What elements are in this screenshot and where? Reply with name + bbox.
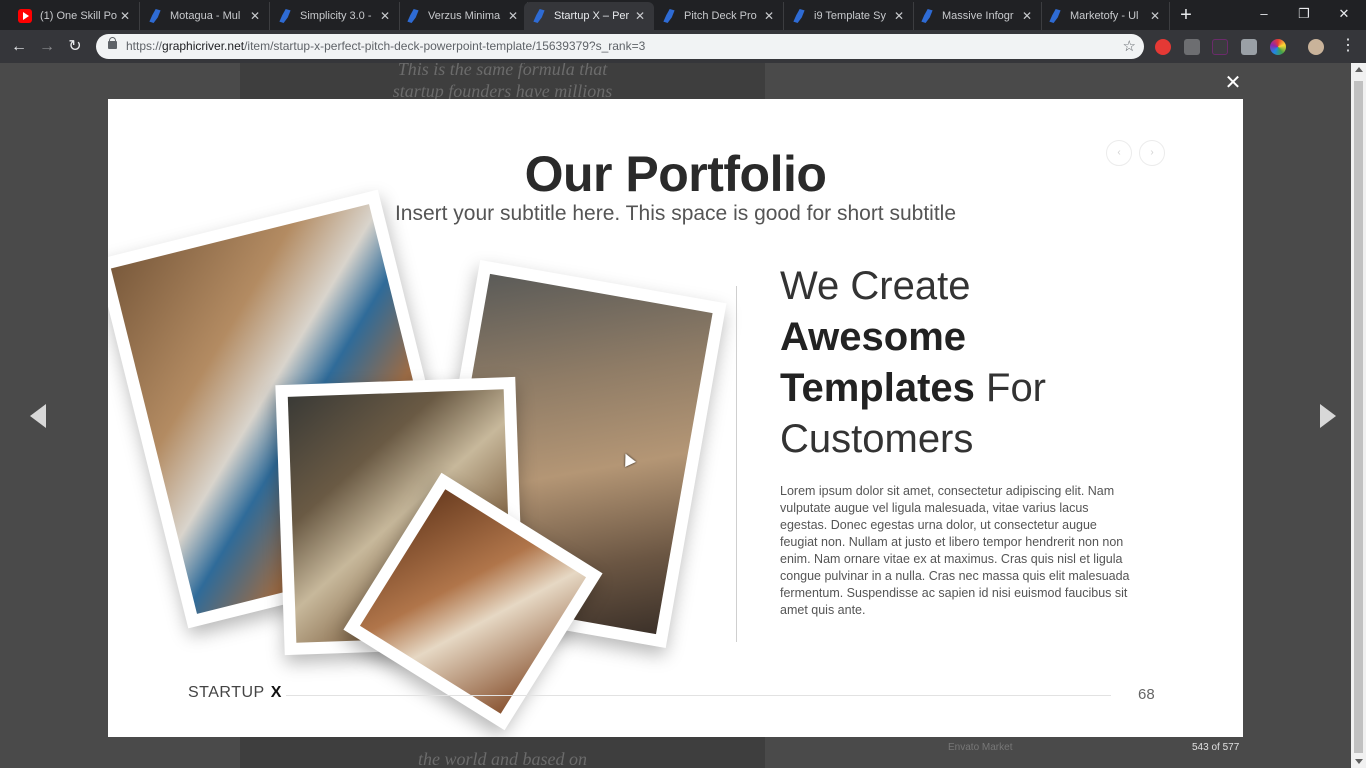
envato-icon <box>279 9 291 23</box>
maximize-button[interactable]: ❐ <box>1284 0 1324 30</box>
tab-simplicity[interactable]: Simplicity 3.0 - ✕ <box>270 2 400 30</box>
forward-arrow-icon[interactable]: → <box>35 35 59 59</box>
background-link: Envato Market <box>948 742 1013 753</box>
url-text[interactable]: https://graphicriver.net/item/startup-x-… <box>126 39 645 53</box>
extension-picture-icon[interactable] <box>1241 39 1257 55</box>
tab-title: Motagua - Mul <box>170 10 241 22</box>
background-text: the world and based on <box>418 749 587 768</box>
extension-k-icon[interactable] <box>1212 39 1228 55</box>
tab-youtube[interactable]: (1) One Skill Po ✕ <box>10 2 140 30</box>
lightbox-next-arrow-icon[interactable] <box>1316 401 1340 431</box>
scroll-up-arrow-icon[interactable] <box>1355 67 1363 72</box>
tab-verzus[interactable]: Verzus Minima ✕ <box>398 2 528 30</box>
tab-i9-template[interactable]: i9 Template Sy ✕ <box>784 2 914 30</box>
tab-title: Startup X – Per <box>554 10 630 22</box>
tab-massive-infographics[interactable]: Massive Infogr ✕ <box>912 2 1042 30</box>
tab-title: (1) One Skill Po <box>40 10 118 22</box>
headline-word: For <box>974 366 1047 410</box>
lock-icon <box>108 37 117 49</box>
tab-marketofy[interactable]: Marketofy - Ul ✕ <box>1040 2 1170 30</box>
brand-name: STARTUP <box>188 684 265 701</box>
lightbox-counter: 543 of 577 <box>1192 742 1240 753</box>
envato-icon <box>407 9 419 23</box>
tab-close-icon[interactable]: ✕ <box>1021 9 1033 23</box>
slide-title: Our Portfolio <box>524 146 827 202</box>
envato-icon <box>663 9 675 23</box>
scroll-down-arrow-icon[interactable] <box>1355 759 1363 764</box>
tab-close-icon[interactable]: ✕ <box>119 9 131 23</box>
tab-title: Pitch Deck Pro <box>684 10 757 22</box>
tab-title: Massive Infogr <box>942 10 1014 22</box>
tab-motagua[interactable]: Motagua - Mul ✕ <box>140 2 270 30</box>
profile-avatar[interactable] <box>1308 39 1324 55</box>
tab-strip: (1) One Skill Po ✕ Motagua - Mul ✕ Simpl… <box>0 0 1366 30</box>
tab-close-icon[interactable]: ✕ <box>893 9 905 23</box>
background-text: This is the same formula that <box>397 63 608 79</box>
tab-close-icon[interactable]: ✕ <box>379 9 391 23</box>
tab-title: Marketofy - Ul <box>1070 10 1139 22</box>
reload-icon[interactable]: ↻ <box>63 35 87 59</box>
envato-icon <box>533 9 545 23</box>
brand-x: X <box>270 684 282 701</box>
new-tab-button[interactable]: + <box>1174 4 1198 26</box>
envato-icon <box>793 9 805 23</box>
tab-title: Simplicity 3.0 - <box>300 10 372 22</box>
url-path: /item/startup-x-perfect-pitch-deck-power… <box>244 39 646 53</box>
headline: We Create Awesome Templates For Customer… <box>780 261 1200 465</box>
tab-title: Verzus Minima <box>428 10 501 22</box>
youtube-icon <box>18 9 32 23</box>
tab-startup-x[interactable]: Startup X – Per ✕ <box>524 2 654 30</box>
headline-line: We Create <box>780 264 971 308</box>
bookmark-star-icon[interactable]: ☆ <box>1123 37 1136 55</box>
envato-icon <box>1049 9 1061 23</box>
tab-close-icon[interactable]: ✕ <box>249 9 261 23</box>
tab-close-icon[interactable]: ✕ <box>634 9 646 23</box>
page-viewport: This is the same formula that startup fo… <box>0 63 1366 768</box>
envato-icon <box>149 9 161 23</box>
lightbox-prev-arrow-icon[interactable] <box>26 401 50 431</box>
scroll-thumb[interactable] <box>1354 81 1363 753</box>
extension-code-icon[interactable] <box>1184 39 1200 55</box>
body-paragraph: Lorem ipsum dolor sit amet, consectetur … <box>780 484 1130 617</box>
browser-toolbar: ← → ↻ https://graphicriver.net/item/star… <box>0 30 1366 63</box>
close-window-button[interactable]: ✕ <box>1324 0 1364 30</box>
url-host: graphicriver.net <box>162 39 245 53</box>
slide-page-number: 68 <box>1138 686 1155 703</box>
tab-close-icon[interactable]: ✕ <box>763 9 775 23</box>
extension-color-picker-icon[interactable] <box>1270 39 1286 55</box>
menu-kebab-icon[interactable]: ⋮ <box>1340 38 1356 54</box>
headline-word: Templates <box>780 366 975 410</box>
lightbox-close-button[interactable]: ✕ <box>1222 72 1244 94</box>
envato-icon <box>921 9 933 23</box>
tab-close-icon[interactable]: ✕ <box>507 9 519 23</box>
tab-close-icon[interactable]: ✕ <box>1149 9 1161 23</box>
address-bar[interactable]: https://graphicriver.net/item/startup-x-… <box>96 34 1144 59</box>
slide-next-icon: › <box>1139 140 1165 166</box>
extension-red-icon[interactable] <box>1155 39 1171 55</box>
back-arrow-icon[interactable]: ← <box>7 35 31 59</box>
url-prefix: https:// <box>126 39 163 53</box>
minimize-button[interactable]: – <box>1244 0 1284 30</box>
headline-line: Customers <box>780 417 974 461</box>
footer-divider <box>286 695 1111 696</box>
slide-prev-icon: ‹ <box>1106 140 1132 166</box>
divider <box>736 286 737 642</box>
slide-image: Our Portfolio Insert your subtitle here.… <box>108 99 1243 737</box>
slide-footer-brand: STARTUP X <box>188 684 282 702</box>
page-scrollbar[interactable] <box>1351 63 1366 768</box>
headline-line: Awesome <box>780 315 967 359</box>
tab-title: i9 Template Sy <box>814 10 886 22</box>
tab-pitch-deck[interactable]: Pitch Deck Pro ✕ <box>654 2 784 30</box>
